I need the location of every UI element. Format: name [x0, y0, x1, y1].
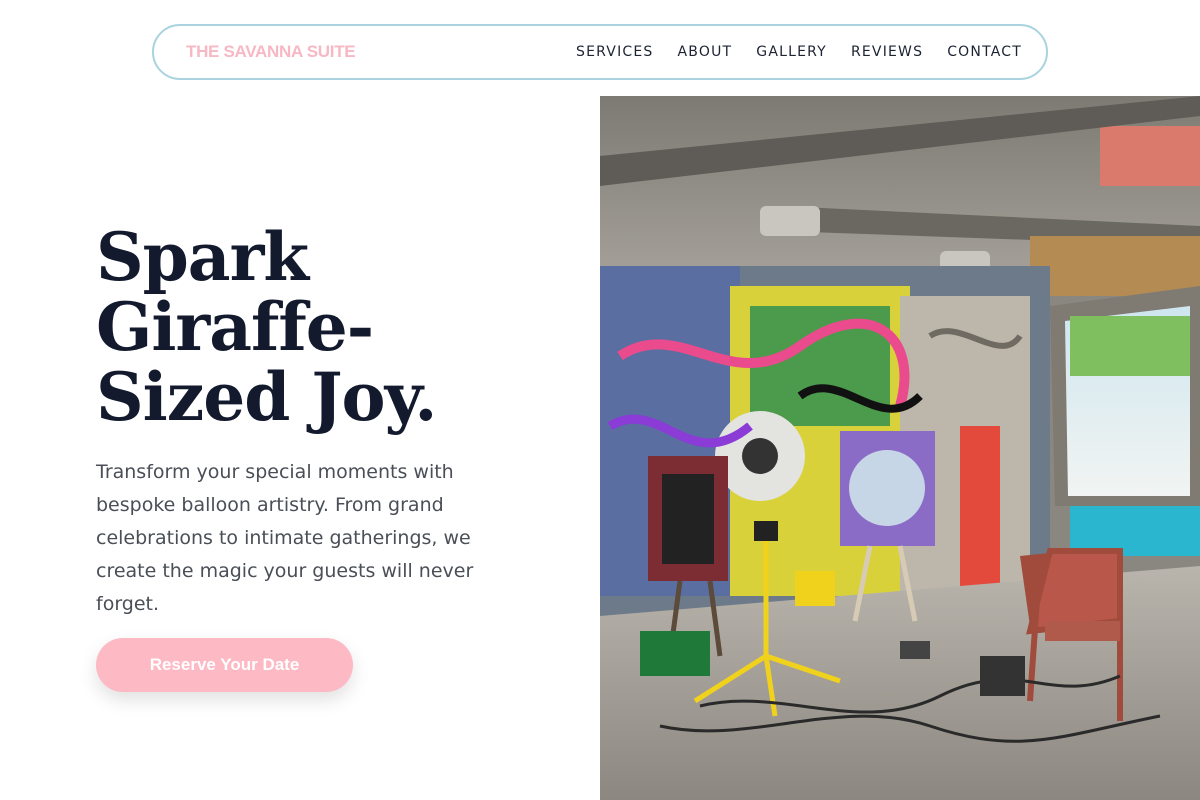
hero-title-line: Spark — [96, 218, 309, 296]
hero-title: Spark Giraffe- Sized Joy. — [96, 222, 566, 432]
nav-item-services[interactable]: SERVICES — [576, 44, 654, 60]
nav-item-about[interactable]: ABOUT — [678, 44, 733, 60]
nav-links: SERVICES ABOUT GALLERY REVIEWS CONTACT — [576, 44, 1022, 60]
hero-image — [600, 96, 1200, 800]
reserve-date-button[interactable]: Reserve Your Date — [96, 638, 353, 692]
hero-title-line: Sized Joy. — [96, 358, 437, 436]
nav-item-contact[interactable]: CONTACT — [947, 44, 1022, 60]
nav-item-reviews[interactable]: REVIEWS — [851, 44, 923, 60]
nav-item-gallery[interactable]: GALLERY — [756, 44, 827, 60]
top-navigation: THE SAVANNA SUITE SERVICES ABOUT GALLERY… — [152, 24, 1048, 80]
hero-description: Transform your special moments with besp… — [96, 461, 474, 615]
hero-title-line: Giraffe- — [96, 288, 374, 366]
brand-logo-link[interactable]: THE SAVANNA SUITE — [186, 42, 356, 62]
